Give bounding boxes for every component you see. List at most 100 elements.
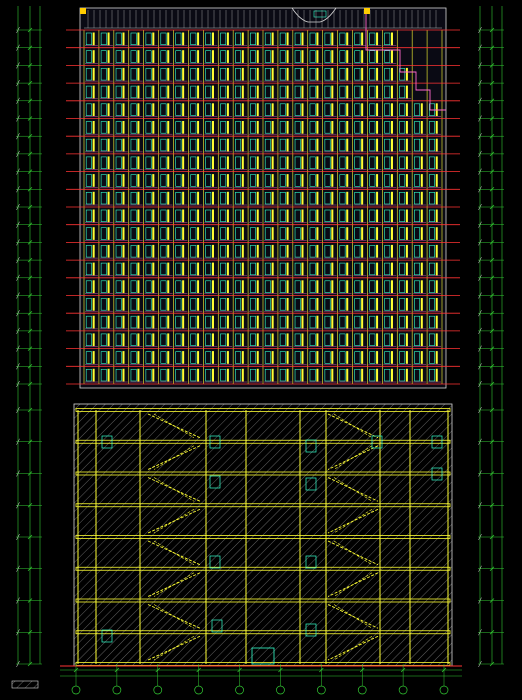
tower-mullion xyxy=(390,85,393,99)
tower-mullion xyxy=(137,103,140,116)
tower-mullion xyxy=(197,191,200,205)
tower-mullion xyxy=(241,262,244,276)
tower-mullion xyxy=(286,368,289,382)
tower-mullion xyxy=(182,67,185,81)
tower-mullion xyxy=(271,191,274,205)
tower-mullion xyxy=(361,368,364,382)
tower-mullion xyxy=(256,156,259,170)
tower-mullion xyxy=(346,32,349,46)
tower-mullion xyxy=(226,333,229,347)
tower-mullion xyxy=(390,351,393,364)
tower-mullion xyxy=(256,298,259,311)
tower-mullion xyxy=(137,244,140,258)
tower-mullion xyxy=(435,333,438,347)
tower-mullion xyxy=(152,315,155,329)
top-left-marker xyxy=(80,8,86,14)
tower-mullion xyxy=(256,191,259,205)
tower-mullion xyxy=(390,209,393,223)
tower-mullion xyxy=(256,262,259,276)
tower-mullion xyxy=(331,67,334,81)
bottom-dimension-chain xyxy=(60,664,462,686)
tower-mullion xyxy=(137,351,140,364)
tower-mullion xyxy=(420,368,423,382)
tower-mullion xyxy=(122,50,125,63)
grid-axis-bubble xyxy=(194,685,204,695)
tower-mullion xyxy=(420,262,423,276)
grid-axis-bubble xyxy=(71,685,81,695)
tower-mullion xyxy=(405,244,408,258)
tower-mullion xyxy=(92,138,95,152)
tower-mullion xyxy=(92,315,95,329)
tower-mullion xyxy=(226,121,229,134)
tower-mullion xyxy=(107,156,110,170)
tower-mullion xyxy=(390,67,393,81)
tower-mullion xyxy=(256,32,259,46)
tower-mullion xyxy=(107,138,110,152)
tower-mullion xyxy=(226,298,229,311)
tower-mullion xyxy=(137,67,140,81)
tower-mullion xyxy=(197,351,200,364)
tower-mullion xyxy=(331,280,334,293)
tower-mullion xyxy=(390,156,393,170)
tower-mullion xyxy=(271,298,274,311)
tower-mullion xyxy=(107,368,110,382)
tower-mullion xyxy=(241,67,244,81)
tower-mullion xyxy=(271,368,274,382)
tower-mullion xyxy=(331,138,334,152)
tower-mullion xyxy=(152,103,155,116)
tower-mullion xyxy=(122,121,125,134)
tower-mullion xyxy=(390,262,393,276)
tower-mullion xyxy=(271,209,274,223)
tower-mullion xyxy=(137,368,140,382)
tower-mullion xyxy=(197,262,200,276)
tower-mullion xyxy=(286,351,289,364)
legend xyxy=(11,680,39,689)
tower-mullion xyxy=(107,280,110,293)
tower-mullion xyxy=(420,315,423,329)
tower-mullion xyxy=(241,50,244,63)
tower-mullion xyxy=(211,262,214,276)
tower-mullion xyxy=(152,262,155,276)
tower-mullion xyxy=(107,351,110,364)
tower-mullion xyxy=(137,227,140,240)
tower-mullion xyxy=(137,209,140,223)
tower-mullion xyxy=(152,32,155,46)
tower-mullion xyxy=(346,138,349,152)
tower-mullion xyxy=(331,244,334,258)
tower-mullion xyxy=(316,174,319,187)
tower-mullion xyxy=(301,50,304,63)
tower-mullion xyxy=(241,244,244,258)
tower-mullion xyxy=(435,121,438,134)
tower-mullion xyxy=(167,262,170,276)
tower-mullion xyxy=(256,138,259,152)
tower-mullion xyxy=(405,333,408,347)
tower-mullion xyxy=(92,32,95,46)
tower-mullion xyxy=(256,50,259,63)
tower-mullion xyxy=(182,174,185,187)
tower-mullion xyxy=(346,174,349,187)
left-dimension-chain xyxy=(16,6,42,668)
tower-mullion xyxy=(182,280,185,293)
tower-mullion xyxy=(122,244,125,258)
tower-mullion xyxy=(241,209,244,223)
tower-mullion xyxy=(182,262,185,276)
tower-mullion xyxy=(197,50,200,63)
tower-mullion xyxy=(301,315,304,329)
tower-mullion xyxy=(122,333,125,347)
tower-mullion xyxy=(152,280,155,293)
tower-mullion xyxy=(182,244,185,258)
right-dimension-chain xyxy=(478,6,504,668)
tower-mullion xyxy=(211,50,214,63)
tower-mullion xyxy=(405,315,408,329)
tower-mullion xyxy=(301,174,304,187)
tower-mullion xyxy=(435,227,438,240)
tower-mullion xyxy=(331,209,334,223)
tower-mullion xyxy=(286,209,289,223)
tower-mullion xyxy=(137,50,140,63)
tower-elevation xyxy=(66,7,460,389)
tower-mullion xyxy=(301,368,304,382)
tower-mullion xyxy=(197,138,200,152)
tower-mullion xyxy=(286,67,289,81)
tower-mullion xyxy=(361,333,364,347)
tower-mullion xyxy=(107,209,110,223)
